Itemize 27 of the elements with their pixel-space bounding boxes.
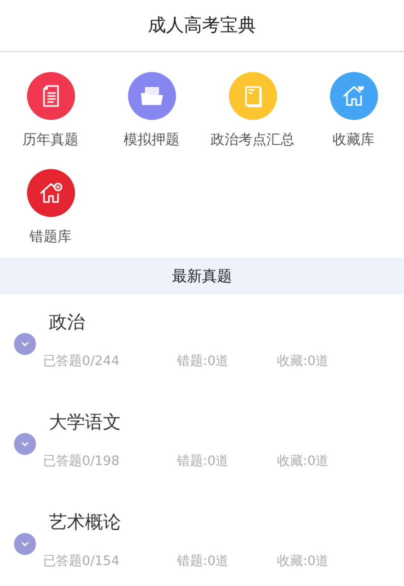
subject-item[interactable]: 艺术概论 已答题0/154 错题:0道 收藏:0道 [0,494,404,586]
favorites-count: 收藏:0道 [277,353,329,371]
chevron-down-icon [21,341,29,347]
answered-count: 已答题0/154 [43,553,120,571]
expand-button[interactable] [14,433,36,455]
subject-item[interactable]: 大学语文 已答题0/198 错题:0道 收藏:0道 [0,394,404,494]
subject-name: 大学语文 [49,411,121,435]
answered-count: 已答题0/244 [43,353,120,371]
chevron-down-icon [21,441,29,447]
subject-name: 艺术概论 [49,511,121,535]
expand-button[interactable] [14,333,36,355]
menu-item[interactable]: 错题库 [0,169,107,248]
chevron-down-icon [21,541,29,547]
subject-item[interactable]: 政治 已答题0/244 错题:0道 收藏:0道 [0,294,404,394]
expand-button[interactable] [14,533,36,555]
section-title: 最新真题 [172,266,232,287]
house-heart-icon [340,84,366,108]
house-x-icon [38,181,64,205]
answered-count: 已答题0/198 [43,453,120,471]
page-title: 成人高考宝典 [148,14,256,38]
wrong-count: 错题:0道 [177,553,230,571]
wrong-count: 错题:0道 [177,353,230,371]
wrong-count: 错题:0道 [177,453,230,471]
folder-icon [138,85,164,107]
favorites-count: 收藏:0道 [277,453,329,471]
subject-name: 政治 [49,311,85,335]
favorites-count: 收藏:0道 [277,553,329,571]
